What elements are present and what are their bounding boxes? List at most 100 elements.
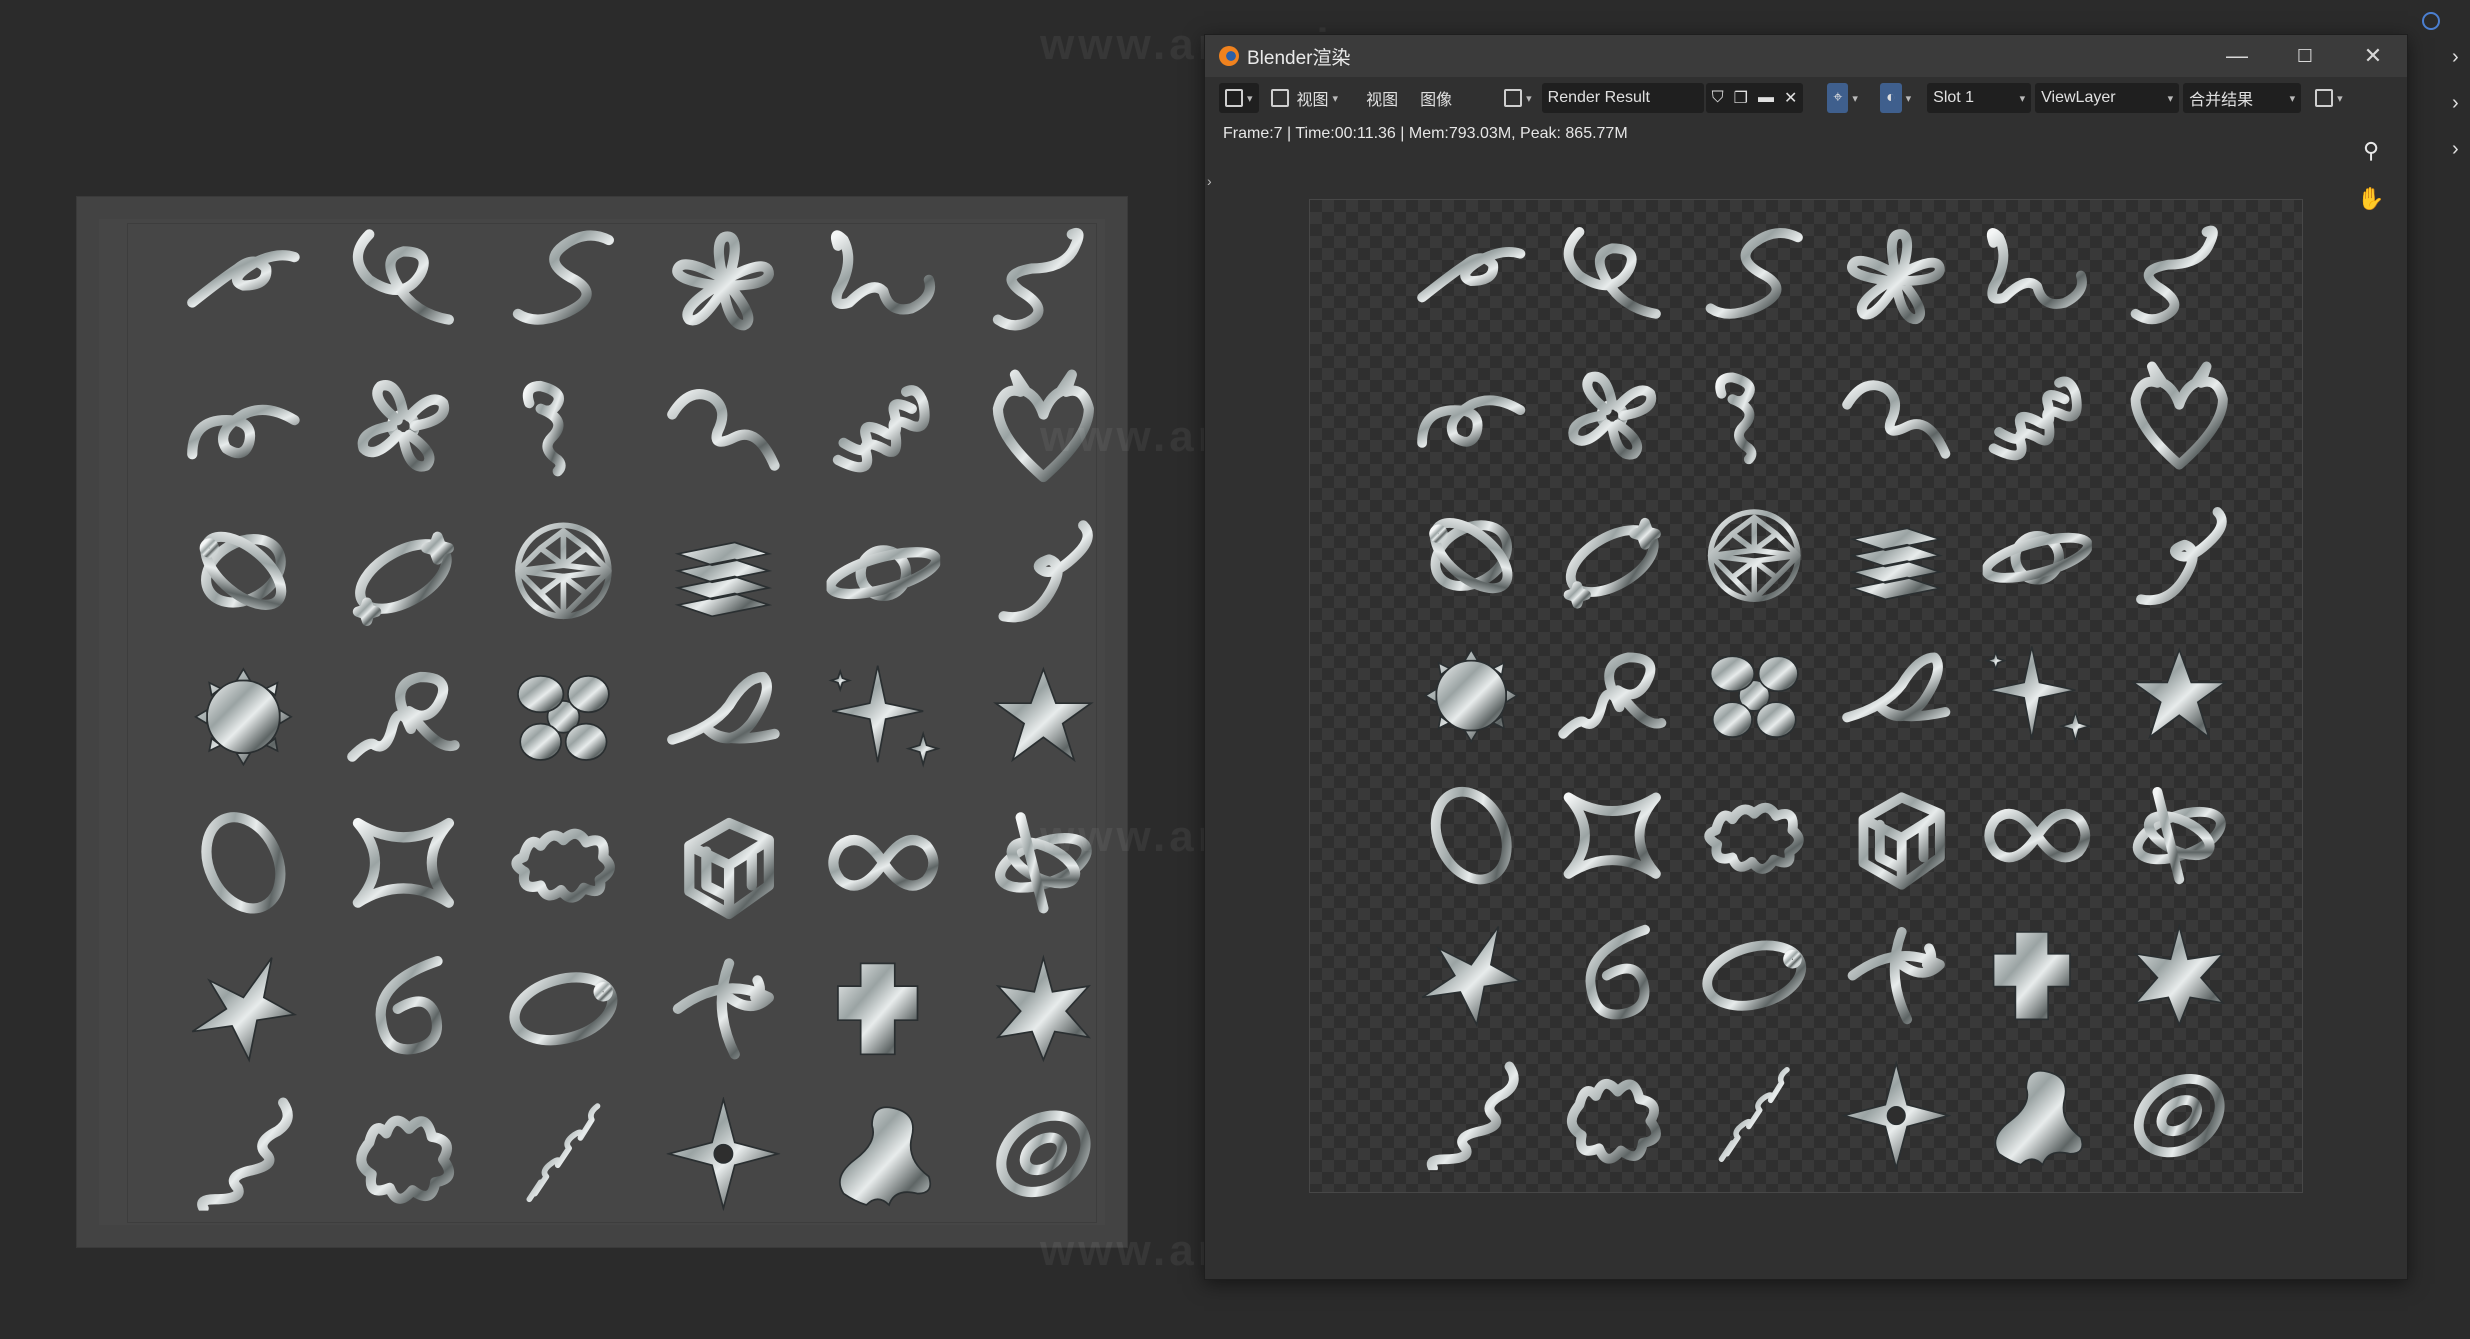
render-chrome-shape [1683,766,1825,906]
render-chrome-shape [1400,346,1542,486]
viewport-chrome-shape [963,207,1123,353]
chevron-down-icon: ▾ [2019,92,2026,105]
image-editor-icon [1225,89,1243,107]
render-chrome-shape [2108,626,2250,766]
viewport-chrome-shape [323,1081,483,1227]
viewport-chrome-shape [323,644,483,790]
chrome-shapes-grid-right [1400,206,2250,1186]
render-chrome-shape [2108,1046,2250,1186]
render-chrome-shape [1400,1046,1542,1186]
close-window-button[interactable]: ✕ [2339,35,2407,77]
viewport-chrome-shape [803,498,963,644]
viewport-chrome-shape [643,790,803,936]
render-chrome-shape [1967,206,2109,346]
render-chrome-shape [1400,206,1542,346]
hand-icon[interactable]: ✋ [2353,181,2389,217]
render-pass-select[interactable]: 合并结果 ▾ [2183,83,2302,113]
chevron-down-icon: ▾ [1247,92,1253,105]
viewport-chrome-shape [163,207,323,353]
render-chrome-shape [1683,626,1825,766]
viewport-chrome-shape [803,1081,963,1227]
toolbar-expand-arrow-icon[interactable]: › [1207,173,1212,189]
viewport-chrome-shape [643,1081,803,1227]
viewport-chrome-shape [483,936,643,1082]
chevron-down-icon: ▾ [1526,92,1532,105]
viewport-chrome-shape [963,498,1123,644]
viewport-chrome-shape [163,936,323,1082]
viewport-chrome-shape [163,1081,323,1227]
render-chrome-shape [1967,626,2109,766]
render-chrome-shape [1683,1046,1825,1186]
viewport-chrome-shape [803,644,963,790]
chevron-down-icon: ▾ [2167,92,2174,105]
viewport-chrome-shape [643,353,803,499]
viewport-chrome-shape [483,1081,643,1227]
render-chrome-shape [1825,1046,1967,1186]
chevron-down-icon[interactable]: ▾ [1906,92,1912,105]
overlay-toggle[interactable]: ◐ [1879,83,1902,113]
menu-view[interactable]: 视图 [1360,83,1404,113]
render-chrome-shape [2108,206,2250,346]
shield-icon[interactable]: ⛉ [1712,89,1724,107]
channels-icon [2315,89,2334,107]
folder-icon[interactable]: ▬ [1758,89,1774,107]
render-chrome-shape [1400,486,1542,626]
viewport-chrome-shape [643,207,803,353]
render-result-image[interactable] [1309,199,2303,1193]
new-image-icon[interactable]: ❐ [1734,88,1748,108]
render-chrome-shape [1683,206,1825,346]
edge-indicator-icon [2422,12,2440,30]
zoom-icon[interactable]: ⚲ [2353,133,2389,169]
viewlayer-label: ViewLayer [2041,89,2116,106]
viewport-chrome-shape [643,498,803,644]
render-chrome-shape [1967,906,2109,1046]
viewport-chrome-shape [483,644,643,790]
menu-image[interactable]: 图像 [1414,83,1458,113]
viewport-image-panel [76,196,1128,1248]
image-name-field[interactable]: Render Result [1541,83,1704,113]
render-window: Blender渲染 — ☐ ✕ ▾ 视图 ▾ 视图 图像 ▾ Render Res… [1204,34,2408,1280]
chevron-down-icon[interactable]: ▾ [1852,92,1858,105]
render-chrome-shape [1825,766,1967,906]
render-chrome-shape [1400,906,1542,1046]
render-chrome-shape [1400,766,1542,906]
chevron-down-icon: ▾ [1332,92,1339,105]
image-mode-icon [1270,89,1289,107]
viewport-chrome-shape [803,353,963,499]
editor-type-button[interactable]: ▾ [1219,83,1259,113]
render-pass-label: 合并结果 [2189,92,2254,109]
viewport-chrome-shape [643,936,803,1082]
display-channels-button[interactable]: ▾ [2309,83,2349,113]
render-chrome-shape [1683,346,1825,486]
edge-tool-icon[interactable]: › [2452,138,2459,161]
minimize-button[interactable]: — [2203,35,2271,77]
render-chrome-shape [1542,1046,1684,1186]
render-chrome-shape [1967,1046,2109,1186]
render-chrome-shape [1542,486,1684,626]
viewport-chrome-shape [483,353,643,499]
chevron-down-icon: ▾ [2337,92,2343,105]
view-mode-button[interactable]: 视图 ▾ [1265,83,1345,113]
render-chrome-shape [1542,626,1684,766]
render-chrome-shape [1967,486,2109,626]
render-chrome-shape [1825,906,1967,1046]
window-title: Blender渲染 [1247,47,1351,69]
maximize-button[interactable]: ☐ [2271,35,2339,77]
viewport-chrome-shape [963,644,1123,790]
blender-logo-icon [1219,46,1239,66]
edge-tool-icon[interactable]: › [2452,92,2459,115]
viewport-chrome-shape [803,207,963,353]
viewport-chrome-shape [963,1081,1123,1227]
slot-select[interactable]: Slot 1 ▾ [1927,83,2032,113]
render-chrome-shape [2108,486,2250,626]
sample-tool-button[interactable]: ⌖ [1827,83,1849,113]
edge-tool-icon[interactable]: › [2452,46,2459,69]
render-chrome-shape [1967,346,2109,486]
close-icon[interactable]: ✕ [1784,88,1797,108]
window-titlebar[interactable]: Blender渲染 — ☐ ✕ [1205,35,2407,77]
viewport-chrome-shape [323,353,483,499]
viewlayer-select[interactable]: ViewLayer ▾ [2035,83,2180,113]
render-chrome-shape [1683,486,1825,626]
image-editor-header: ▾ 视图 ▾ 视图 图像 ▾ Render Result ⛉ ❐ ▬ ✕ ⌖ ▾ … [1205,77,2407,119]
image-browse-button[interactable]: ▾ [1498,83,1538,113]
